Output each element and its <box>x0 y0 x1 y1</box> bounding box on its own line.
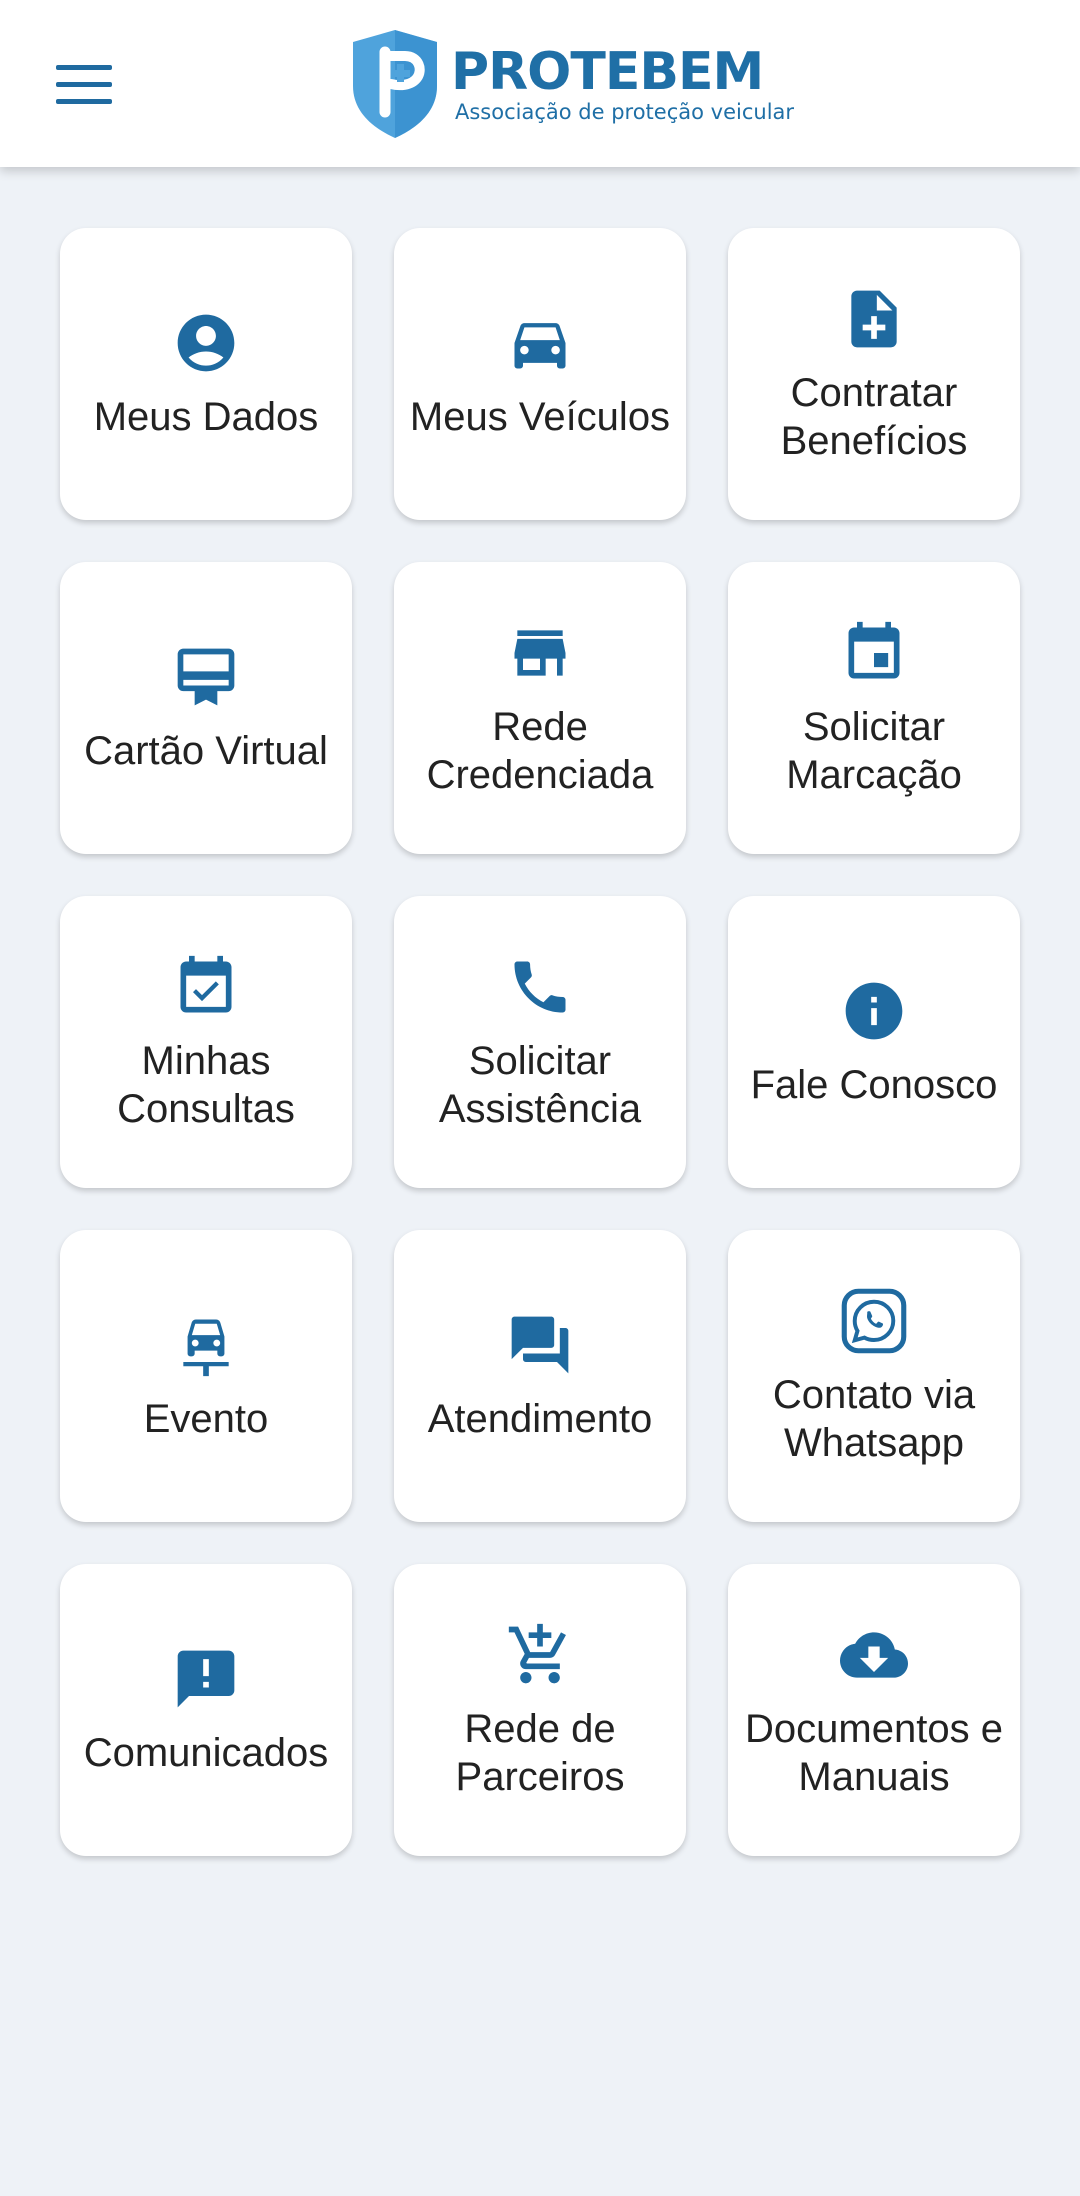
tile-label: Meus Veículos <box>409 395 671 439</box>
tile-cartao-virtual[interactable]: Cartão Virtual <box>60 562 352 854</box>
tile-label: Rede de Parceiros <box>455 1707 625 1799</box>
tile-label: Comunicados <box>83 1731 329 1775</box>
tile-solicitar-marcacao[interactable]: Solicitar Marcação <box>728 562 1020 854</box>
menu-button[interactable] <box>44 50 124 120</box>
calendar-check-icon <box>170 951 242 1023</box>
tile-contratar-beneficios[interactable]: Contratar Benefícios <box>728 228 1020 520</box>
menu-icon <box>56 65 112 104</box>
add-shopping-cart-icon <box>504 1619 576 1691</box>
tile-label: Fale Conosco <box>750 1063 998 1107</box>
document-add-icon <box>838 283 910 355</box>
chat-icon <box>504 1309 576 1381</box>
tile-solicitar-assistencia[interactable]: Solicitar Assistência <box>394 896 686 1188</box>
tile-label: Solicitar Marcação <box>786 705 962 797</box>
menu-grid: Meus Dados Meus Veículos Contratar Benef… <box>60 228 1020 1856</box>
tile-fale-conosco[interactable]: Fale Conosco <box>728 896 1020 1188</box>
calendar-event-icon <box>838 617 910 689</box>
phone-icon <box>504 951 576 1023</box>
car-icon <box>504 307 576 379</box>
tile-label: Contratar Benefícios <box>780 371 968 463</box>
tile-label: Solicitar Assistência <box>438 1039 642 1131</box>
tile-label: Atendimento <box>427 1397 653 1441</box>
tile-meus-veiculos[interactable]: Meus Veículos <box>394 228 686 520</box>
store-icon <box>504 617 576 689</box>
tile-label: Contato via Whatsapp <box>772 1373 976 1465</box>
tile-label: Rede Credenciada <box>426 705 654 797</box>
announcement-icon <box>170 1643 242 1715</box>
tile-contato-whatsapp[interactable]: Contato via Whatsapp <box>728 1230 1020 1522</box>
tile-comunicados[interactable]: Comunicados <box>60 1564 352 1856</box>
logo-tagline: Associação de proteção veicular <box>455 100 795 124</box>
tile-atendimento[interactable]: Atendimento <box>394 1230 686 1522</box>
car-crash-icon <box>170 1309 242 1381</box>
tile-label: Meus Dados <box>93 395 319 439</box>
tile-minhas-consultas[interactable]: Minhas Consultas <box>60 896 352 1188</box>
shield-logo-icon <box>353 30 437 138</box>
tile-label: Documentos e Manuais <box>745 1707 1003 1799</box>
account-circle-icon <box>170 307 242 379</box>
app-header: PROTEBEM Associação de proteção veicular <box>0 0 1080 167</box>
tile-documentos-manuais[interactable]: Documentos e Manuais <box>728 1564 1020 1856</box>
protebem-logo: PROTEBEM Associação de proteção veicular <box>347 28 794 140</box>
info-icon <box>838 975 910 1047</box>
cloud-download-icon <box>838 1619 910 1691</box>
tile-label: Cartão Virtual <box>84 729 328 773</box>
tile-label: Minhas Consultas <box>117 1039 295 1131</box>
tile-rede-parceiros[interactable]: Rede de Parceiros <box>394 1564 686 1856</box>
logo-name: PROTEBEM <box>451 42 764 102</box>
tile-rede-credenciada[interactable]: Rede Credenciada <box>394 562 686 854</box>
whatsapp-icon <box>838 1285 910 1357</box>
tile-evento[interactable]: Evento <box>60 1230 352 1522</box>
card-membership-icon <box>170 641 242 713</box>
tile-meus-dados[interactable]: Meus Dados <box>60 228 352 520</box>
tile-label: Evento <box>143 1397 269 1441</box>
